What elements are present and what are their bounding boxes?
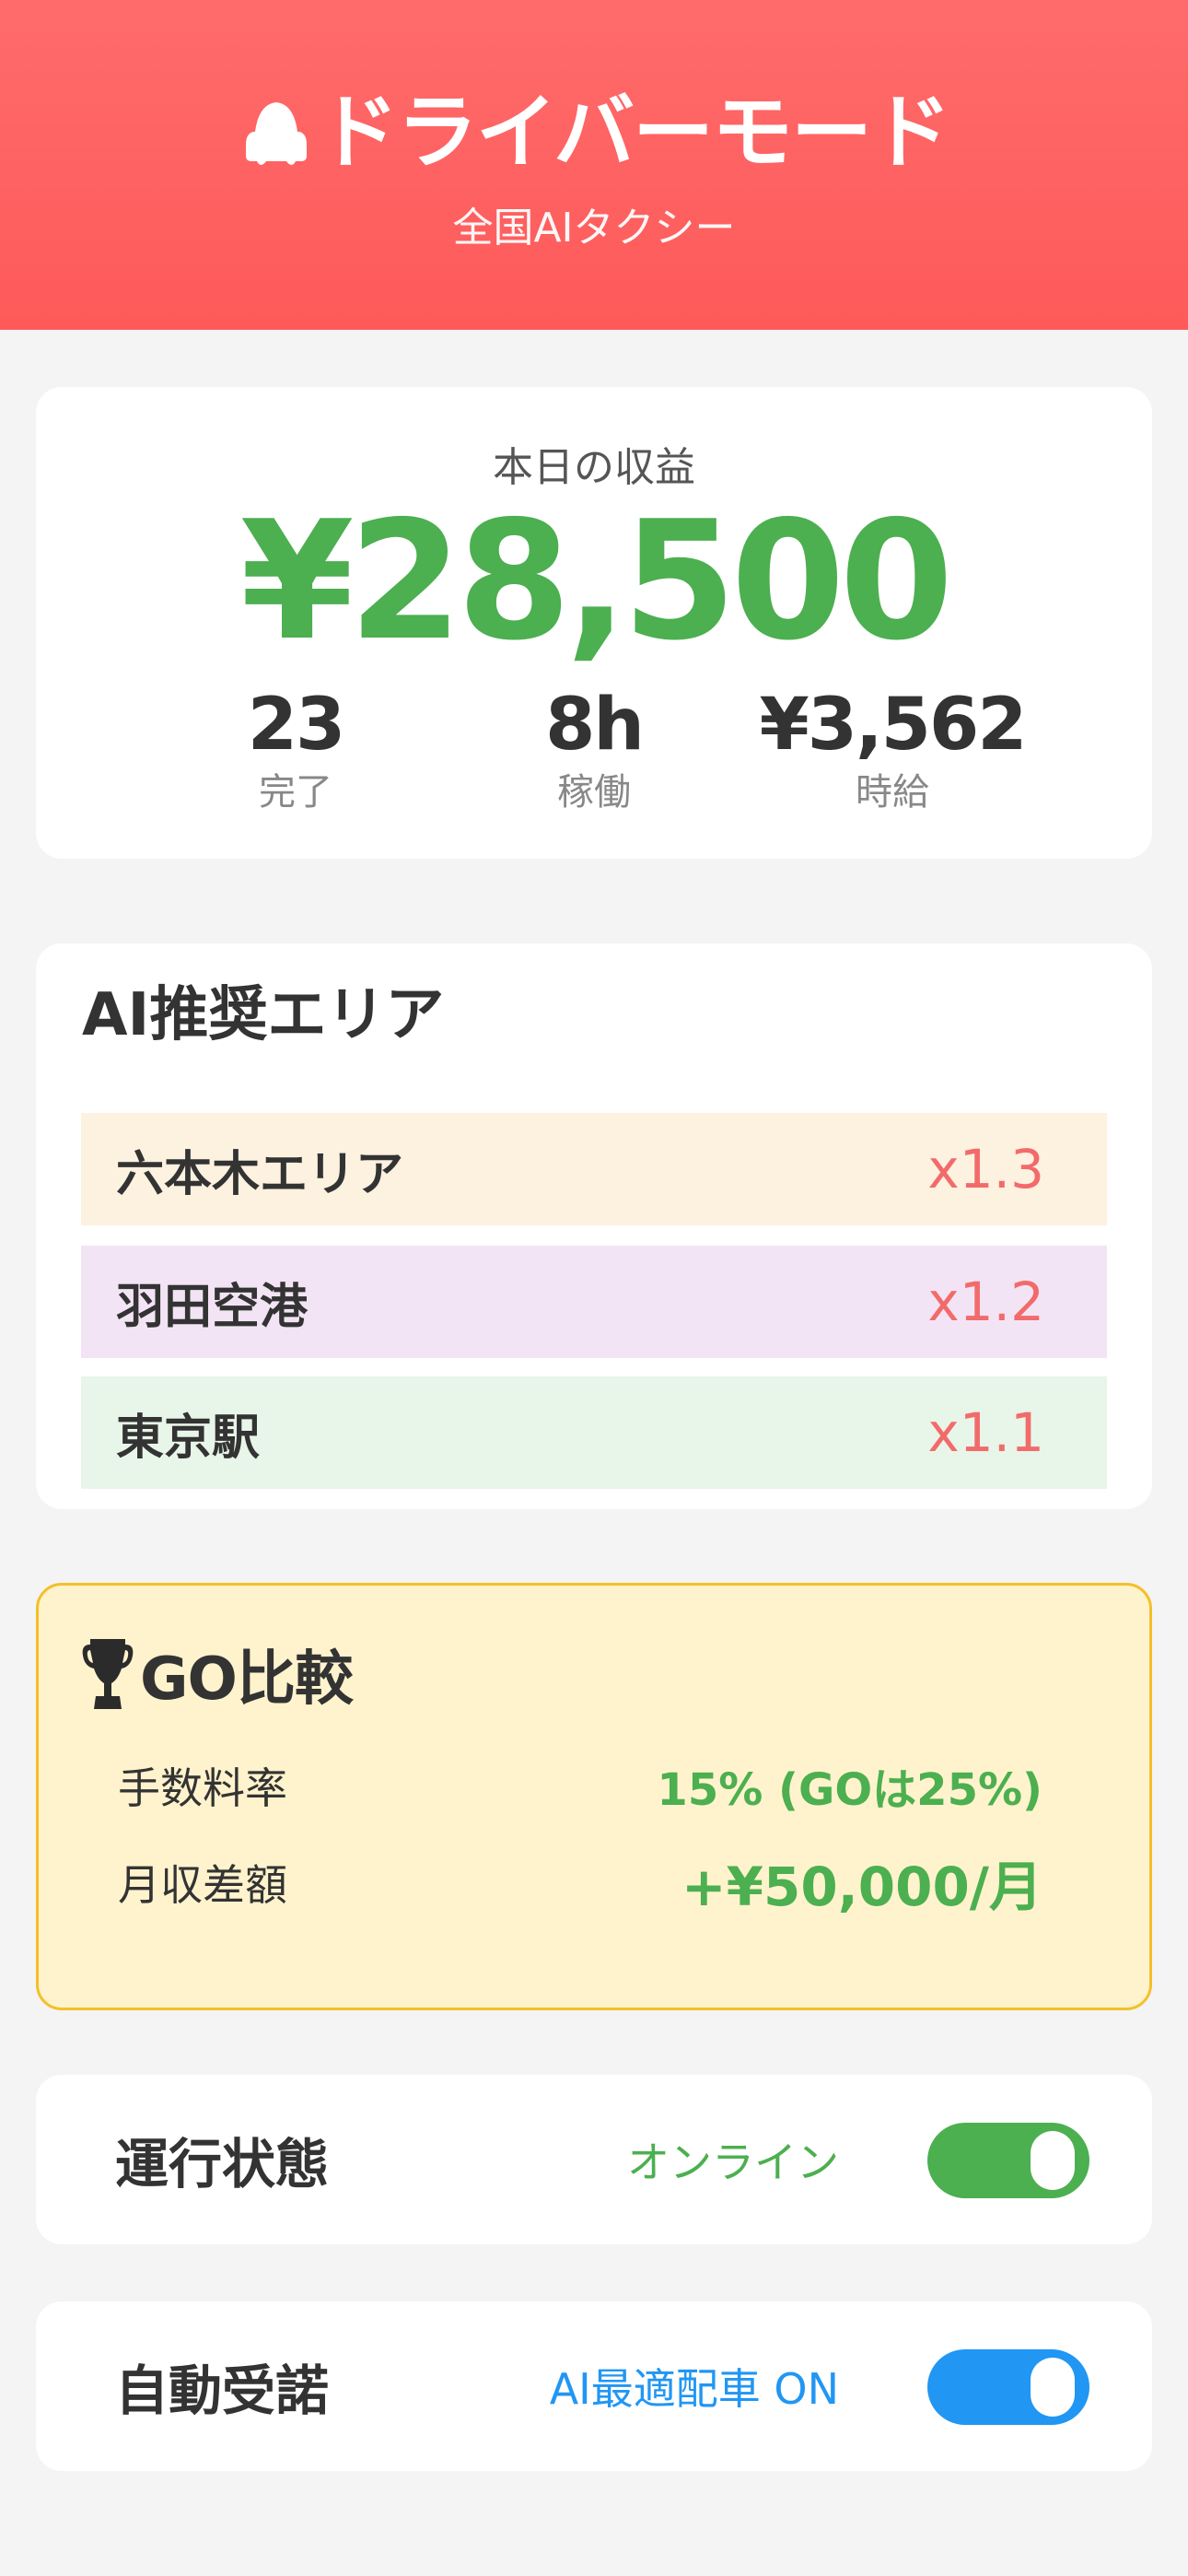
operation-label: 運行状態 (115, 2133, 330, 2195)
operation-status-text: オンライン (627, 2137, 839, 2187)
go-row-label: 月収差額 (118, 1860, 287, 1910)
auto-accept-toggle[interactable] (927, 2349, 1089, 2425)
auto-accept-status-text: AI最適配車 ON (549, 2364, 839, 2414)
area-item-tokyo-station[interactable]: 東京駅 x1.1 (81, 1376, 1107, 1489)
area-name: 羽田空港 (116, 1279, 309, 1335)
area-name: 六本木エリア (116, 1146, 404, 1202)
stat-value: ¥3,562 (759, 684, 1028, 767)
stat-value: 8h (545, 684, 645, 767)
earnings-amount: ¥28,500 (239, 486, 954, 676)
trophy-icon (82, 1639, 134, 1709)
stat-value: 23 (247, 684, 346, 767)
area-multiplier: x1.2 (927, 1270, 1044, 1333)
go-row-monthly-diff: 月収差額 +¥50,000/月 (118, 1844, 1042, 1921)
stat-label: 稼働 (557, 771, 631, 814)
toggle-knob (1031, 2358, 1075, 2417)
car-icon (245, 102, 307, 165)
stat-hourly: ¥3,562 時給 (727, 689, 1058, 811)
header-title-row: ドライバーモード (0, 92, 1188, 173)
go-row-label: 手数料率 (118, 1763, 287, 1813)
go-row-commission: 手数料率 15% (GOは25%) (118, 1753, 1042, 1818)
header-subtitle: 全国AIタクシー (452, 205, 736, 252)
stat-completed: 23 完了 (130, 689, 461, 811)
area-item-haneda[interactable]: 羽田空港 x1.2 (81, 1246, 1107, 1358)
auto-accept-label: 自動受諾 (115, 2359, 330, 2422)
areas-heading: AI推奨エリア (82, 981, 445, 1049)
app-header: ドライバーモード 全国AIタクシー (0, 0, 1188, 330)
area-multiplier: x1.1 (927, 1401, 1044, 1464)
earnings-card: 本日の収益 ¥28,500 23 完了 8h 稼働 ¥3,562 時給 (36, 387, 1152, 859)
go-row-value: 15% (GOは25%) (657, 1764, 1042, 1816)
auto-accept-card: 自動受諾 AI最適配車 ON (36, 2301, 1152, 2471)
area-name: 東京駅 (116, 1410, 261, 1466)
go-comparison-card: GO比較 手数料率 15% (GOは25%) 月収差額 +¥50,000/月 (36, 1583, 1152, 2010)
operation-toggle[interactable] (927, 2123, 1089, 2198)
earnings-label: 本日の収益 (493, 444, 695, 491)
stat-label: 時給 (856, 771, 929, 814)
header-title: ドライバーモード (317, 85, 951, 180)
stat-label: 完了 (259, 771, 332, 814)
stat-hours: 8h 稼働 (428, 689, 760, 811)
area-multiplier: x1.3 (927, 1138, 1044, 1200)
go-heading: GO比較 (81, 1630, 354, 1718)
go-heading-text: GO比較 (140, 1645, 354, 1714)
area-item-roppongi[interactable]: 六本木エリア x1.3 (81, 1113, 1107, 1225)
toggle-knob (1031, 2131, 1075, 2190)
go-row-value: +¥50,000/月 (681, 1856, 1042, 1918)
operation-status-card: 運行状態 オンライン (36, 2075, 1152, 2244)
recommended-areas-card: AI推奨エリア 六本木エリア x1.3 羽田空港 x1.2 東京駅 x1.1 (36, 943, 1152, 1509)
